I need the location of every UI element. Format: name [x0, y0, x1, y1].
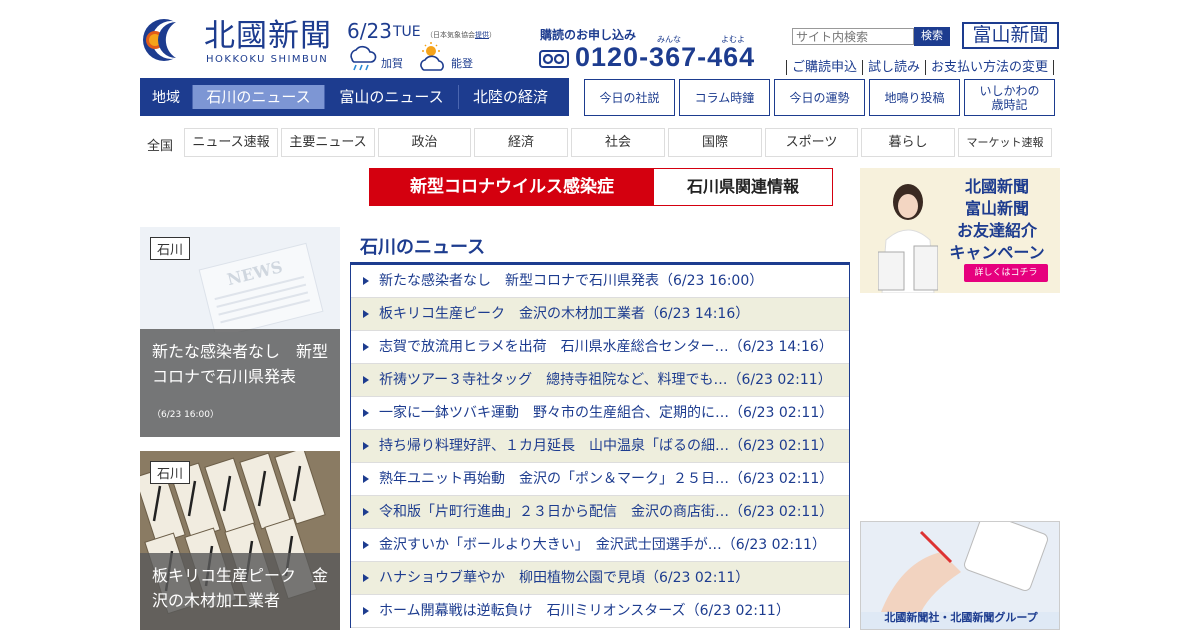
campaign-details-button[interactable]: 詳しくはコチラ [964, 264, 1048, 282]
editorial-button[interactable]: 今日の社説 [584, 79, 675, 116]
site-logo-title[interactable]: 北國新聞 [204, 18, 332, 54]
tab-toyama-news[interactable]: 富山のニュース [324, 85, 458, 109]
hokkoku-logo-mark-icon[interactable] [140, 16, 196, 64]
news-item[interactable]: 祈祷ツアー３寺社タッグ 總持寺祖院など、料理でも…（6/23 02:11） [351, 364, 849, 397]
header-links: ご購読申込 試し読み お支払い方法の変更 [786, 56, 1055, 75]
friend-referral-ad[interactable]: 北國新聞 富山新聞 お友達紹介 キャンペーン 詳しくはコチラ [860, 168, 1060, 293]
arrow-right-icon [363, 607, 369, 615]
news-list: 新たな感染者なし 新型コロナで石川県発表（6/23 16:00） 板キリコ生産ピ… [350, 265, 850, 628]
search-button[interactable]: 検索 [914, 27, 950, 46]
toyama-shimbun-link[interactable]: 富山新聞 [962, 22, 1059, 49]
arrow-right-icon [363, 376, 369, 384]
news-item[interactable]: 熟年ユニット再始動 金沢の「ポン＆マーク」２５日…（6/23 02:11） [351, 463, 849, 496]
cloud-rain-icon [350, 45, 377, 71]
genre-sports[interactable]: スポーツ [765, 128, 858, 157]
genre-top-news[interactable]: 主要ニュース [281, 128, 375, 157]
news-item[interactable]: 志賀で放流用ヒラメを出荷 石川県水産総合センター…（6/23 14:16） [351, 331, 849, 364]
card-caption: 新たな感染者なし 新型コロナで石川県発表 （6/23 16:00） [140, 329, 340, 437]
featured-card[interactable]: 石川 板キリコ生産ピーク 金沢の木材加工業者 [140, 451, 340, 630]
sun-cloud-icon [420, 42, 444, 71]
free-dial-icon [539, 50, 569, 68]
group-ad-text: 北國新聞社・北國新聞グループ [884, 611, 1038, 624]
site-logo-roman: HOKKOKU SHIMBUN [206, 54, 329, 65]
subscribe-title: 購読のお申し込み [540, 28, 637, 42]
arrow-right-icon [363, 277, 369, 285]
group-ad[interactable]: 北國新聞社・北國新聞グループ [860, 521, 1060, 630]
arrow-right-icon [363, 475, 369, 483]
weather-kaga-label: 加賀 [381, 57, 403, 70]
news-item[interactable]: ハナショウブ華やか 柳田植物公園で見頃（6/23 02:11） [351, 562, 849, 595]
news-item[interactable]: 新たな感染者なし 新型コロナで石川県発表（6/23 16:00） [351, 265, 849, 298]
arrow-right-icon [363, 409, 369, 417]
arrow-right-icon [363, 442, 369, 450]
smartphone-hand-photo [861, 522, 1059, 612]
corona-banner-title: 新型コロナウイルス感染症 [370, 169, 654, 205]
arrow-right-icon [363, 310, 369, 318]
campaign-text: 北國新聞 富山新聞 お友達紹介 キャンペーン [949, 177, 1045, 262]
model-photo [878, 184, 938, 293]
tab-ishikawa-news[interactable]: 石川のニュース [192, 85, 324, 109]
arrow-right-icon [363, 508, 369, 516]
corona-banner[interactable]: 新型コロナウイルス感染症 石川県関連情報 [369, 168, 833, 206]
weather-source-note: （日本気象協会提供） [426, 31, 496, 39]
subscribe-phone-number[interactable]: 0120-367-464 [575, 42, 755, 73]
arrow-right-icon [363, 574, 369, 582]
card-title: 板キリコ生産ピーク 金沢の木材加工業者 [152, 566, 329, 610]
newspaper-image: NEWS [198, 242, 324, 332]
genre-living[interactable]: 暮らし [861, 128, 955, 157]
weather-noto-label: 能登 [451, 57, 473, 70]
genre-politics[interactable]: 政治 [378, 128, 471, 157]
genre-breaking-news[interactable]: ニュース速報 [184, 128, 278, 157]
trial-read-link[interactable]: 試し読み [862, 60, 926, 75]
current-day: TUE [393, 24, 421, 40]
current-date: 6/23 [347, 19, 392, 43]
news-section-heading: 石川のニュース [360, 237, 486, 258]
card-caption: 板キリコ生産ピーク 金沢の木材加工業者 [140, 553, 340, 630]
tab-hokuriku-economy[interactable]: 北陸の経済 [458, 85, 562, 109]
card-region-tag: 石川 [150, 461, 191, 484]
arrow-right-icon [363, 343, 369, 351]
featured-card[interactable]: NEWS 石川 新たな感染者なし 新型コロナで石川県発表 （6/23 16:00… [140, 227, 340, 437]
news-item[interactable]: 持ち帰り料理好評、１カ月延長 山中温泉「ばるの細…（6/23 02:11） [351, 430, 849, 463]
region-nav-label: 地域 [152, 90, 180, 106]
card-time: （6/23 16:00） [152, 410, 220, 420]
site-search-input[interactable] [792, 28, 914, 45]
genre-economy[interactable]: 経済 [474, 128, 568, 157]
genre-nav-label: 全国 [147, 139, 174, 154]
genre-society[interactable]: 社会 [571, 128, 665, 157]
column-jisho-button[interactable]: コラム時鐘 [679, 79, 770, 116]
corona-banner-ishikawa: 石川県関連情報 [654, 169, 832, 205]
genre-market[interactable]: マーケット速報 [958, 128, 1052, 157]
reader-post-button[interactable]: 地鳴り投稿 [869, 79, 960, 116]
news-item[interactable]: 令和版「片町行進曲」２３日から配信 金沢の商店街…（6/23 02:11） [351, 496, 849, 529]
payment-change-link[interactable]: お支払い方法の変更 [925, 60, 1055, 75]
subscribe-apply-link[interactable]: ご購読申込 [786, 60, 863, 75]
region-nav: 地域 石川のニュース 富山のニュース 北陸の経済 [140, 78, 569, 116]
arrow-right-icon [363, 541, 369, 549]
fortune-button[interactable]: 今日の運勢 [774, 79, 865, 116]
card-region-tag: 石川 [150, 237, 191, 260]
weather-source-link[interactable]: 提供 [475, 31, 489, 39]
news-item[interactable]: ホーム開幕戦は逆転負け 石川ミリオンスターズ（6/23 02:11） [351, 595, 849, 628]
ishikawa-calendar-button[interactable]: いしかわの 歳時記 [964, 79, 1055, 116]
card-title: 新たな感染者なし 新型コロナで石川県発表 [152, 342, 329, 386]
news-item[interactable]: 金沢すいか「ボールより大きい」 金沢武士団選手が…（6/23 02:11） [351, 529, 849, 562]
genre-international[interactable]: 国際 [668, 128, 762, 157]
news-item[interactable]: 板キリコ生産ピーク 金沢の木材加工業者（6/23 14:16） [351, 298, 849, 331]
news-item[interactable]: 一家に一鉢ツバキ運動 野々市の生産組合、定期的に…（6/23 02:11） [351, 397, 849, 430]
